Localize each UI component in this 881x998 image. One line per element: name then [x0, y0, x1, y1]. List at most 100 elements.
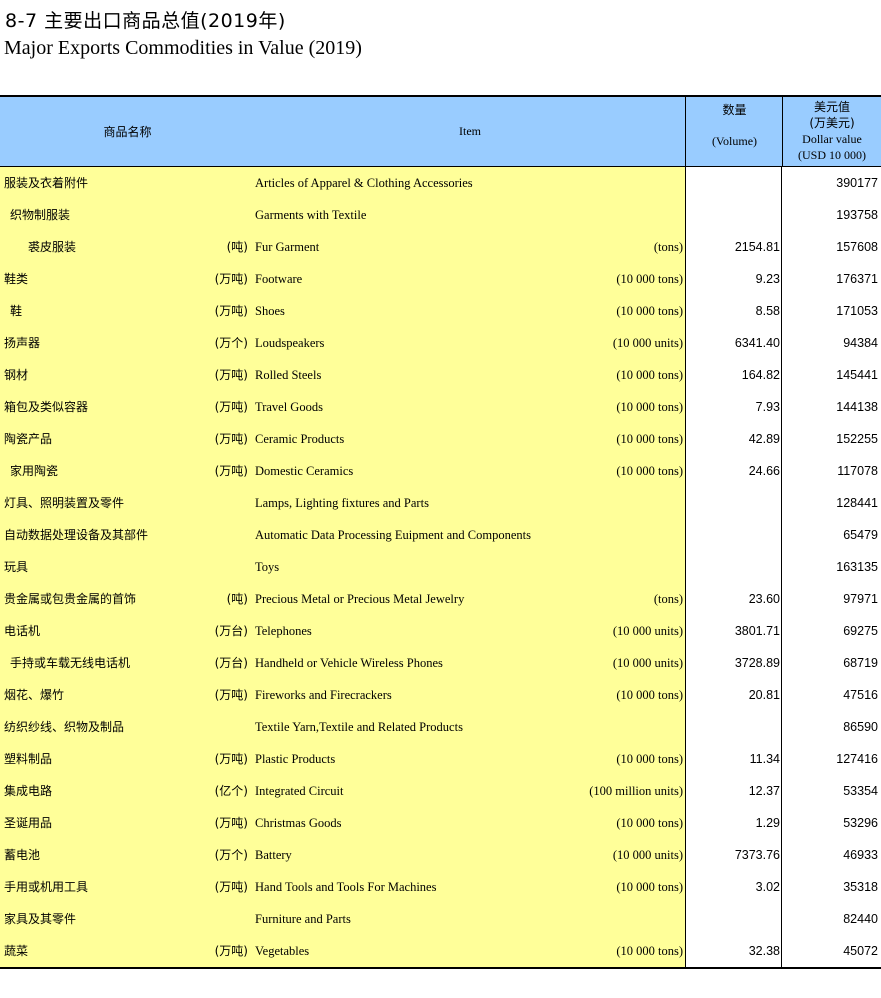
unit-en: (10 000 tons)	[616, 400, 683, 414]
table-row: 电话机 (万台) Telephones (10 000 units) 3801.71 69…	[0, 615, 881, 647]
unit-en: (10 000 units)	[612, 848, 683, 862]
commodity-name-zh: 蔬菜	[4, 944, 29, 958]
commodity-name-zh: 钢材	[4, 368, 29, 382]
commodity-name-zh: 贵金属或包贵金属的首饰	[4, 592, 137, 606]
volume-value: 3.02	[755, 880, 780, 894]
unit-en: (10 000 tons)	[616, 432, 683, 446]
commodity-name-en: Footware	[255, 272, 303, 286]
volume-value: 164.82	[741, 368, 780, 382]
commodity-name-en: Integrated Circuit	[255, 784, 344, 798]
commodity-name-en: Telephones	[255, 624, 312, 638]
header-value-zh-2: (万美元)	[809, 116, 855, 130]
table-row: 蔬菜 (万吨) Vegetables (10 000 tons) 32.38 45072	[0, 935, 881, 967]
table-row: 家具及其零件 Furniture and Parts 82440	[0, 903, 881, 935]
unit-en: (10 000 tons)	[616, 688, 683, 702]
header-value: 美元值 (万美元) Dollar value (USD 10 000)	[782, 97, 881, 166]
table-row: 玩具 Toys 163135	[0, 551, 881, 583]
dollar-value: 157608	[836, 240, 878, 254]
unit-zh: (吨)	[226, 240, 248, 254]
dollar-value: 86590	[843, 720, 878, 734]
volume-value: 42.89	[748, 432, 780, 446]
dollar-value: 176371	[836, 272, 878, 286]
unit-zh: (亿个)	[214, 784, 248, 798]
table-row: 箱包及类似容器 (万吨) Travel Goods (10 000 tons) 7.93…	[0, 391, 881, 423]
table-row: 烟花、爆竹 (万吨) Fireworks and Firecrackers (10 0…	[0, 679, 881, 711]
page-title-zh: 8-7 主要出口商品总值(2019年)	[5, 10, 286, 32]
commodity-name-zh: 织物制服装	[10, 208, 71, 222]
commodity-name-zh: 鞋类	[4, 272, 29, 286]
volume-value: 24.66	[748, 464, 780, 478]
unit-en: (10 000 units)	[612, 624, 683, 638]
commodity-name-zh: 蓄电池	[4, 848, 41, 862]
commodity-name-en: Battery	[255, 848, 292, 862]
dollar-value: 117078	[837, 464, 878, 478]
unit-zh: (万吨)	[214, 304, 248, 318]
volume-value: 8.58	[755, 304, 780, 318]
dollar-value: 171053	[836, 304, 878, 318]
table-row: 织物制服装 Garments with Textile 193758	[0, 199, 881, 231]
table-row: 自动数据处理设备及其部件 Automatic Data Processing Eu…	[0, 519, 881, 551]
volume-value: 7373.76	[734, 848, 780, 862]
unit-zh: (万吨)	[214, 432, 248, 446]
page-title-en: Major Exports Commodities in Value (2019…	[4, 37, 362, 59]
header-item-en: Item	[459, 124, 481, 138]
table-row: 蓄电池 (万个) Battery (10 000 units) 7373.76 46933	[0, 839, 881, 871]
unit-zh: (吨)	[226, 592, 248, 606]
commodity-name-zh: 自动数据处理设备及其部件	[4, 528, 149, 542]
unit-zh: (万吨)	[214, 272, 248, 286]
unit-en: (10 000 tons)	[616, 944, 683, 958]
commodity-name-zh: 集成电路	[4, 784, 53, 798]
dollar-value: 145441	[836, 368, 878, 382]
unit-zh: (万个)	[214, 848, 248, 862]
commodity-name-zh: 纺织纱线、织物及制品	[4, 720, 125, 734]
table-row: 扬声器 (万个) Loudspeakers (10 000 units) 6341.40…	[0, 327, 881, 359]
unit-en: (10 000 tons)	[616, 880, 683, 894]
dollar-value: 53354	[843, 784, 878, 798]
dollar-value: 390177	[836, 176, 878, 190]
dollar-value: 65479	[843, 528, 878, 542]
table-row: 家用陶瓷 (万吨) Domestic Ceramics (10 000 tons) 24…	[0, 455, 881, 487]
commodity-name-en: Textile Yarn,Textile and Related Product…	[255, 720, 463, 734]
volume-value: 2154.81	[734, 240, 780, 254]
header-value-en-1: Dollar value	[802, 132, 862, 146]
exports-table: 商品名称 Item 数量 (Volume) 美元值 (万美元) Dollar v…	[0, 95, 881, 969]
unit-en: (100 million units)	[589, 784, 683, 798]
table-row: 手用或机用工具 (万吨) Hand Tools and Tools For Mach…	[0, 871, 881, 903]
volume-value: 1.29	[755, 816, 780, 830]
header-name-zh: 商品名称	[103, 125, 152, 139]
commodity-name-zh: 服装及衣着附件	[4, 176, 89, 190]
dollar-value: 127416	[836, 752, 878, 766]
dollar-value: 94384	[843, 336, 878, 350]
unit-zh: (万吨)	[214, 880, 248, 894]
header-value-en-2: (USD 10 000)	[798, 148, 866, 162]
commodity-name-zh: 扬声器	[4, 336, 41, 350]
unit-zh: (万吨)	[214, 944, 248, 958]
volume-value: 7.93	[755, 400, 780, 414]
unit-en: (10 000 tons)	[616, 368, 683, 382]
commodity-name-en: Christmas Goods	[255, 816, 342, 830]
dollar-value: 128441	[836, 496, 878, 510]
volume-value: 11.34	[749, 752, 780, 766]
dollar-value: 45072	[843, 944, 878, 958]
commodity-name-en: Plastic Products	[255, 752, 336, 766]
commodity-name-en: Shoes	[255, 304, 285, 318]
unit-en: (tons)	[653, 592, 683, 606]
dollar-value: 152255	[836, 432, 878, 446]
commodity-name-zh: 烟花、爆竹	[4, 688, 65, 702]
table-row: 手持或车载无线电话机 (万台) Handheld or Vehicle Wirele…	[0, 647, 881, 679]
volume-value: 9.23	[755, 272, 780, 286]
table-row: 陶瓷产品 (万吨) Ceramic Products (10 000 tons) 42.…	[0, 423, 881, 455]
unit-en: (10 000 tons)	[616, 464, 683, 478]
dollar-value: 46933	[843, 848, 878, 862]
commodity-name-en: Precious Metal or Precious Metal Jewelry	[255, 592, 465, 606]
table-row: 灯具、照明装置及零件 Lamps, Lighting fixtures and P…	[0, 487, 881, 519]
unit-zh: (万个)	[214, 336, 248, 350]
commodity-name-zh: 手用或机用工具	[4, 880, 89, 894]
dollar-value: 69275	[843, 624, 878, 638]
commodity-name-en: Toys	[255, 560, 280, 574]
table-row: 鞋类 (万吨) Footware (10 000 tons) 9.23 176371	[0, 263, 881, 295]
dollar-value: 97971	[843, 592, 878, 606]
commodity-name-en: Lamps, Lighting fixtures and Parts	[255, 496, 429, 510]
commodity-name-zh: 电话机	[4, 624, 41, 638]
unit-zh: (万台)	[214, 656, 248, 670]
